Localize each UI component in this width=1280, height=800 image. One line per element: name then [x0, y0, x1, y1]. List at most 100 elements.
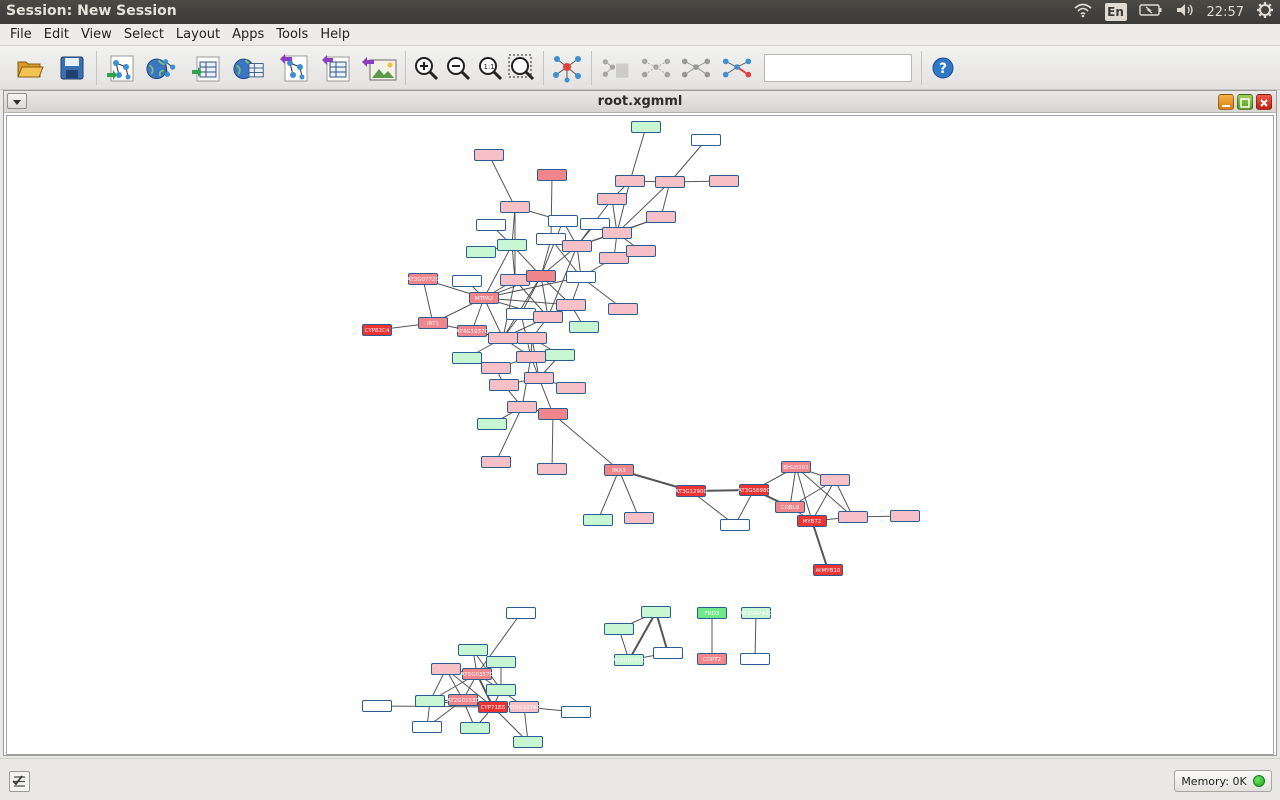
- network-node[interactable]: [646, 211, 676, 223]
- network-node[interactable]: AT1G07610: [613, 654, 645, 666]
- new-network-all-edges-icon[interactable]: [640, 52, 672, 84]
- network-edge[interactable]: [618, 469, 640, 519]
- network-node[interactable]: CYP71B5: [478, 701, 508, 713]
- network-node[interactable]: [602, 227, 632, 239]
- new-network-from-selection-icon[interactable]: [600, 52, 632, 84]
- export-network-icon[interactable]: [279, 52, 311, 84]
- network-node[interactable]: [624, 512, 654, 524]
- network-node[interactable]: [524, 372, 554, 384]
- new-network-selected-edges-icon[interactable]: [721, 52, 753, 84]
- import-network-web-icon[interactable]: [146, 52, 178, 84]
- network-node[interactable]: [740, 653, 770, 665]
- network-node[interactable]: [513, 736, 543, 748]
- network-node[interactable]: COBL6: [775, 501, 805, 513]
- network-node[interactable]: [517, 332, 547, 344]
- network-node[interactable]: [556, 382, 586, 394]
- power-gear-icon[interactable]: [1256, 1, 1274, 23]
- wifi-icon[interactable]: [1073, 2, 1093, 22]
- network-node[interactable]: [481, 456, 511, 468]
- help-icon[interactable]: ?: [927, 52, 959, 84]
- menu-file[interactable]: File: [4, 24, 38, 46]
- network-node[interactable]: [561, 706, 591, 718]
- network-edge[interactable]: [552, 413, 620, 471]
- network-node[interactable]: AT1G47400: [740, 607, 772, 619]
- network-edge[interactable]: [488, 154, 516, 208]
- network-node[interactable]: [415, 695, 445, 707]
- network-node[interactable]: IRT1: [418, 317, 448, 329]
- network-edge[interactable]: [754, 612, 757, 660]
- network-node[interactable]: AT4G19370: [456, 325, 488, 337]
- network-node[interactable]: [476, 219, 506, 231]
- apply-layout-icon[interactable]: [551, 52, 583, 84]
- network-node[interactable]: [506, 607, 536, 619]
- network-edge[interactable]: [616, 180, 631, 234]
- network-node[interactable]: [556, 299, 586, 311]
- network-node[interactable]: [599, 252, 629, 264]
- network-node[interactable]: [497, 239, 527, 251]
- network-node[interactable]: [608, 303, 638, 315]
- save-session-icon[interactable]: [56, 52, 88, 84]
- network-node[interactable]: [537, 463, 567, 475]
- network-node[interactable]: [412, 721, 442, 733]
- menu-layout[interactable]: Layout: [170, 24, 226, 46]
- zoom-fit-icon[interactable]: 1:1: [474, 52, 506, 84]
- network-node[interactable]: [720, 519, 750, 531]
- minimize-button[interactable]: [1218, 94, 1234, 110]
- network-node[interactable]: [506, 308, 536, 320]
- import-table-file-icon[interactable]: [190, 52, 222, 84]
- memory-button[interactable]: Memory: 0K: [1174, 770, 1272, 792]
- export-image-icon[interactable]: [360, 52, 398, 84]
- network-node[interactable]: [562, 240, 592, 252]
- network-node[interactable]: [488, 332, 518, 344]
- network-edge[interactable]: [550, 174, 553, 240]
- network-node[interactable]: [452, 275, 482, 287]
- network-node[interactable]: [507, 401, 537, 413]
- network-node[interactable]: MYB72: [797, 515, 827, 527]
- menu-tools[interactable]: Tools: [270, 24, 314, 46]
- clock[interactable]: 22:57: [1207, 5, 1244, 20]
- menu-apps[interactable]: Apps: [226, 24, 270, 46]
- menu-edit[interactable]: Edit: [38, 24, 75, 46]
- keyboard-layout-indicator[interactable]: En: [1104, 3, 1127, 21]
- import-network-file-icon[interactable]: [105, 52, 137, 84]
- network-node[interactable]: [452, 352, 482, 364]
- network-node[interactable]: CYP82C4: [362, 324, 392, 336]
- network-node[interactable]: [460, 722, 490, 734]
- network-node[interactable]: [486, 684, 516, 696]
- network-edge[interactable]: [628, 611, 657, 661]
- network-edge[interactable]: [811, 479, 836, 522]
- close-button[interactable]: [1256, 94, 1272, 110]
- network-node[interactable]: [566, 271, 596, 283]
- network-node[interactable]: [631, 121, 661, 133]
- network-node[interactable]: [481, 362, 511, 374]
- network-node[interactable]: [458, 644, 488, 656]
- network-graph[interactable]: AT3G07720 MTPA2 CYP82C4 IRT1 AT4G19370 IMA3 AT…: [7, 116, 1273, 754]
- network-node[interactable]: [691, 134, 721, 146]
- network-edge[interactable]: [597, 469, 620, 521]
- network-edge[interactable]: [669, 139, 707, 183]
- network-node[interactable]: AT2G01530: [447, 694, 479, 706]
- network-node[interactable]: [655, 176, 685, 188]
- volume-icon[interactable]: [1175, 2, 1195, 22]
- network-node[interactable]: BHLH101: [781, 461, 811, 473]
- maximize-button[interactable]: [1237, 94, 1253, 110]
- network-edge[interactable]: [616, 181, 671, 234]
- export-table-icon[interactable]: [320, 52, 352, 84]
- network-node[interactable]: [486, 656, 516, 668]
- network-node[interactable]: [362, 700, 392, 712]
- network-node[interactable]: MTPA2: [469, 292, 499, 304]
- network-edge[interactable]: [629, 126, 647, 182]
- import-table-web-icon[interactable]: [233, 52, 265, 84]
- network-node[interactable]: [838, 511, 868, 523]
- network-node[interactable]: [536, 233, 566, 245]
- network-canvas[interactable]: AT3G07720 MTPA2 CYP82C4 IRT1 AT4G19370 IMA3 AT…: [6, 115, 1274, 755]
- network-node[interactable]: [820, 474, 850, 486]
- network-node[interactable]: [466, 246, 496, 258]
- network-node[interactable]: [500, 201, 530, 213]
- search-input[interactable]: [764, 54, 912, 82]
- network-node[interactable]: [533, 311, 563, 323]
- network-node[interactable]: [548, 215, 578, 227]
- network-edge[interactable]: [551, 413, 554, 470]
- task-history-icon[interactable]: [9, 771, 30, 792]
- network-node[interactable]: IMA3: [604, 464, 634, 476]
